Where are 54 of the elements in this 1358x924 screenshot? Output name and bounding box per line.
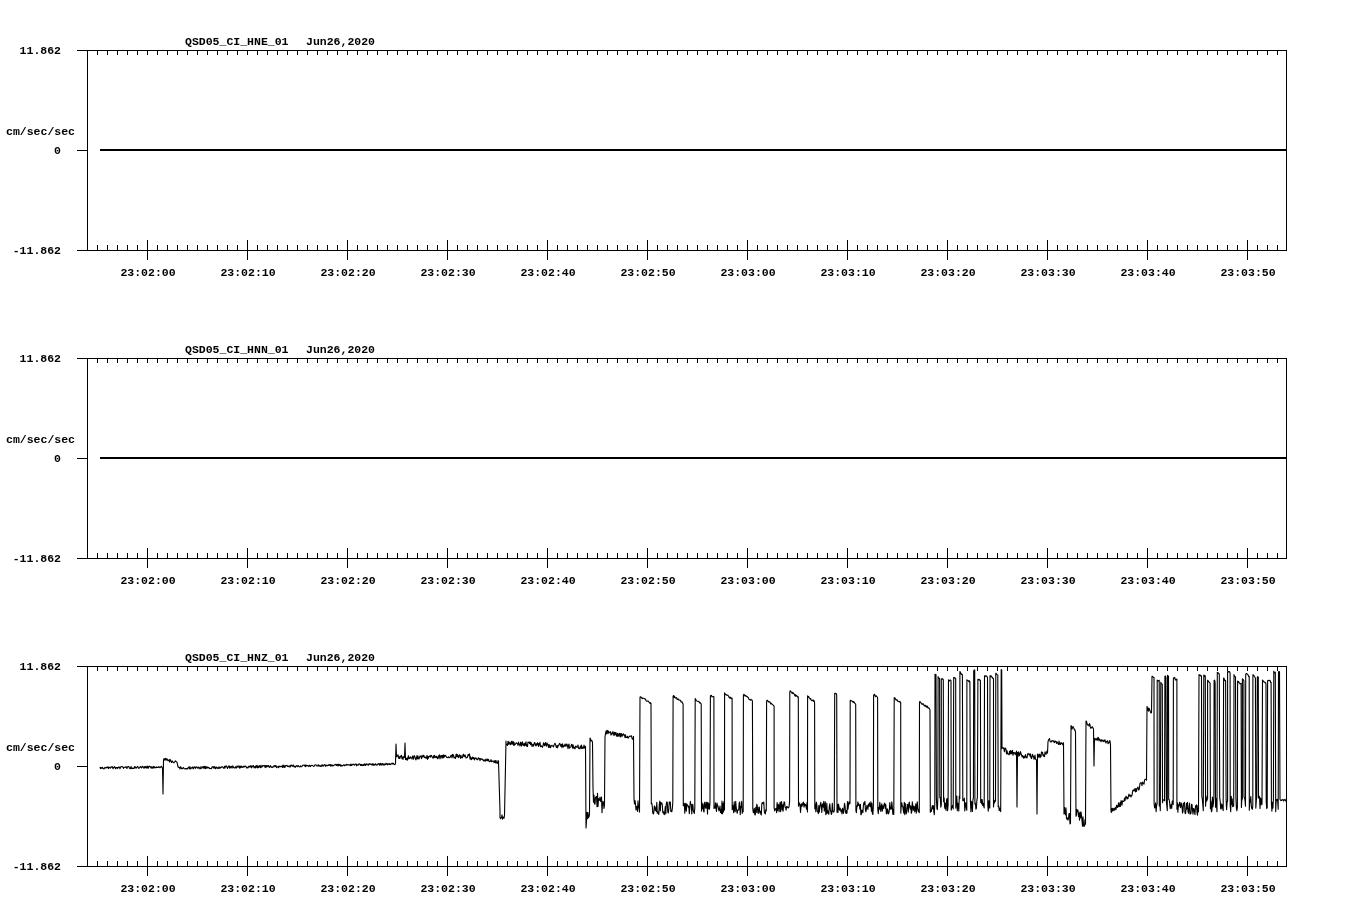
- x-tick-label: 23:03:00: [720, 882, 776, 895]
- x-tick-label: 23:03:50: [1220, 574, 1276, 587]
- x-tick-label: 23:03:00: [720, 266, 776, 279]
- x-tick-label: 23:02:00: [120, 574, 176, 587]
- x-tick-label: 23:03:50: [1220, 882, 1276, 895]
- x-tick-label: 23:03:10: [820, 882, 876, 895]
- y-axis-title: cm/sec/sec: [6, 433, 75, 446]
- y-tick-label: 11.862: [19, 660, 61, 673]
- x-tick-label: 23:02:00: [120, 882, 176, 895]
- y-tick-label: 0: [54, 452, 61, 465]
- x-tick-label: 23:02:00: [120, 266, 176, 279]
- x-tick-label: 23:02:10: [220, 882, 276, 895]
- x-tick-label: 23:03:50: [1220, 266, 1276, 279]
- x-tick-label: 23:03:40: [1120, 266, 1176, 279]
- x-tick-label: 23:02:20: [320, 266, 376, 279]
- x-tick-label: 23:02:20: [320, 882, 376, 895]
- x-tick-label: 23:03:40: [1120, 882, 1176, 895]
- x-tick-label: 23:02:30: [420, 882, 476, 895]
- y-axis-title: cm/sec/sec: [6, 741, 75, 754]
- x-tick-label: 23:02:50: [620, 882, 676, 895]
- x-tick-label: 23:02:40: [520, 882, 576, 895]
- x-tick-label: 23:03:20: [920, 266, 976, 279]
- x-tick-label: 23:03:20: [920, 882, 976, 895]
- x-tick-label: 23:02:30: [420, 266, 476, 279]
- y-tick-label: 0: [54, 760, 61, 773]
- x-tick-label: 23:03:20: [920, 574, 976, 587]
- y-tick-label: 11.862: [19, 352, 61, 365]
- x-tick-label: 23:02:20: [320, 574, 376, 587]
- y-tick-label: -11.862: [12, 244, 61, 257]
- date-label: Jun26,2020: [306, 343, 375, 356]
- x-tick-label: 23:02:40: [520, 266, 576, 279]
- date-label: Jun26,2020: [306, 35, 375, 48]
- x-tick-label: 23:03:40: [1120, 574, 1176, 587]
- y-tick-label: -11.862: [12, 860, 61, 873]
- station-label: QSD05_CI_HNZ_01: [185, 651, 289, 664]
- station-label: QSD05_CI_HNE_01: [185, 35, 289, 48]
- x-tick-label: 23:02:10: [220, 266, 276, 279]
- y-tick-label: 11.862: [19, 44, 61, 57]
- date-label: Jun26,2020: [306, 651, 375, 664]
- x-tick-label: 23:03:30: [1020, 266, 1076, 279]
- station-label: QSD05_CI_HNN_01: [185, 343, 289, 356]
- y-tick-label: 0: [54, 144, 61, 157]
- y-axis-title: cm/sec/sec: [6, 125, 75, 138]
- x-tick-label: 23:03:30: [1020, 574, 1076, 587]
- x-tick-label: 23:03:30: [1020, 882, 1076, 895]
- x-tick-label: 23:03:00: [720, 574, 776, 587]
- x-tick-label: 23:02:50: [620, 574, 676, 587]
- x-tick-label: 23:03:10: [820, 574, 876, 587]
- x-tick-label: 23:02:30: [420, 574, 476, 587]
- y-tick-label: -11.862: [12, 552, 61, 565]
- x-tick-label: 23:02:40: [520, 574, 576, 587]
- x-tick-label: 23:02:10: [220, 574, 276, 587]
- x-tick-label: 23:02:50: [620, 266, 676, 279]
- x-tick-label: 23:03:10: [820, 266, 876, 279]
